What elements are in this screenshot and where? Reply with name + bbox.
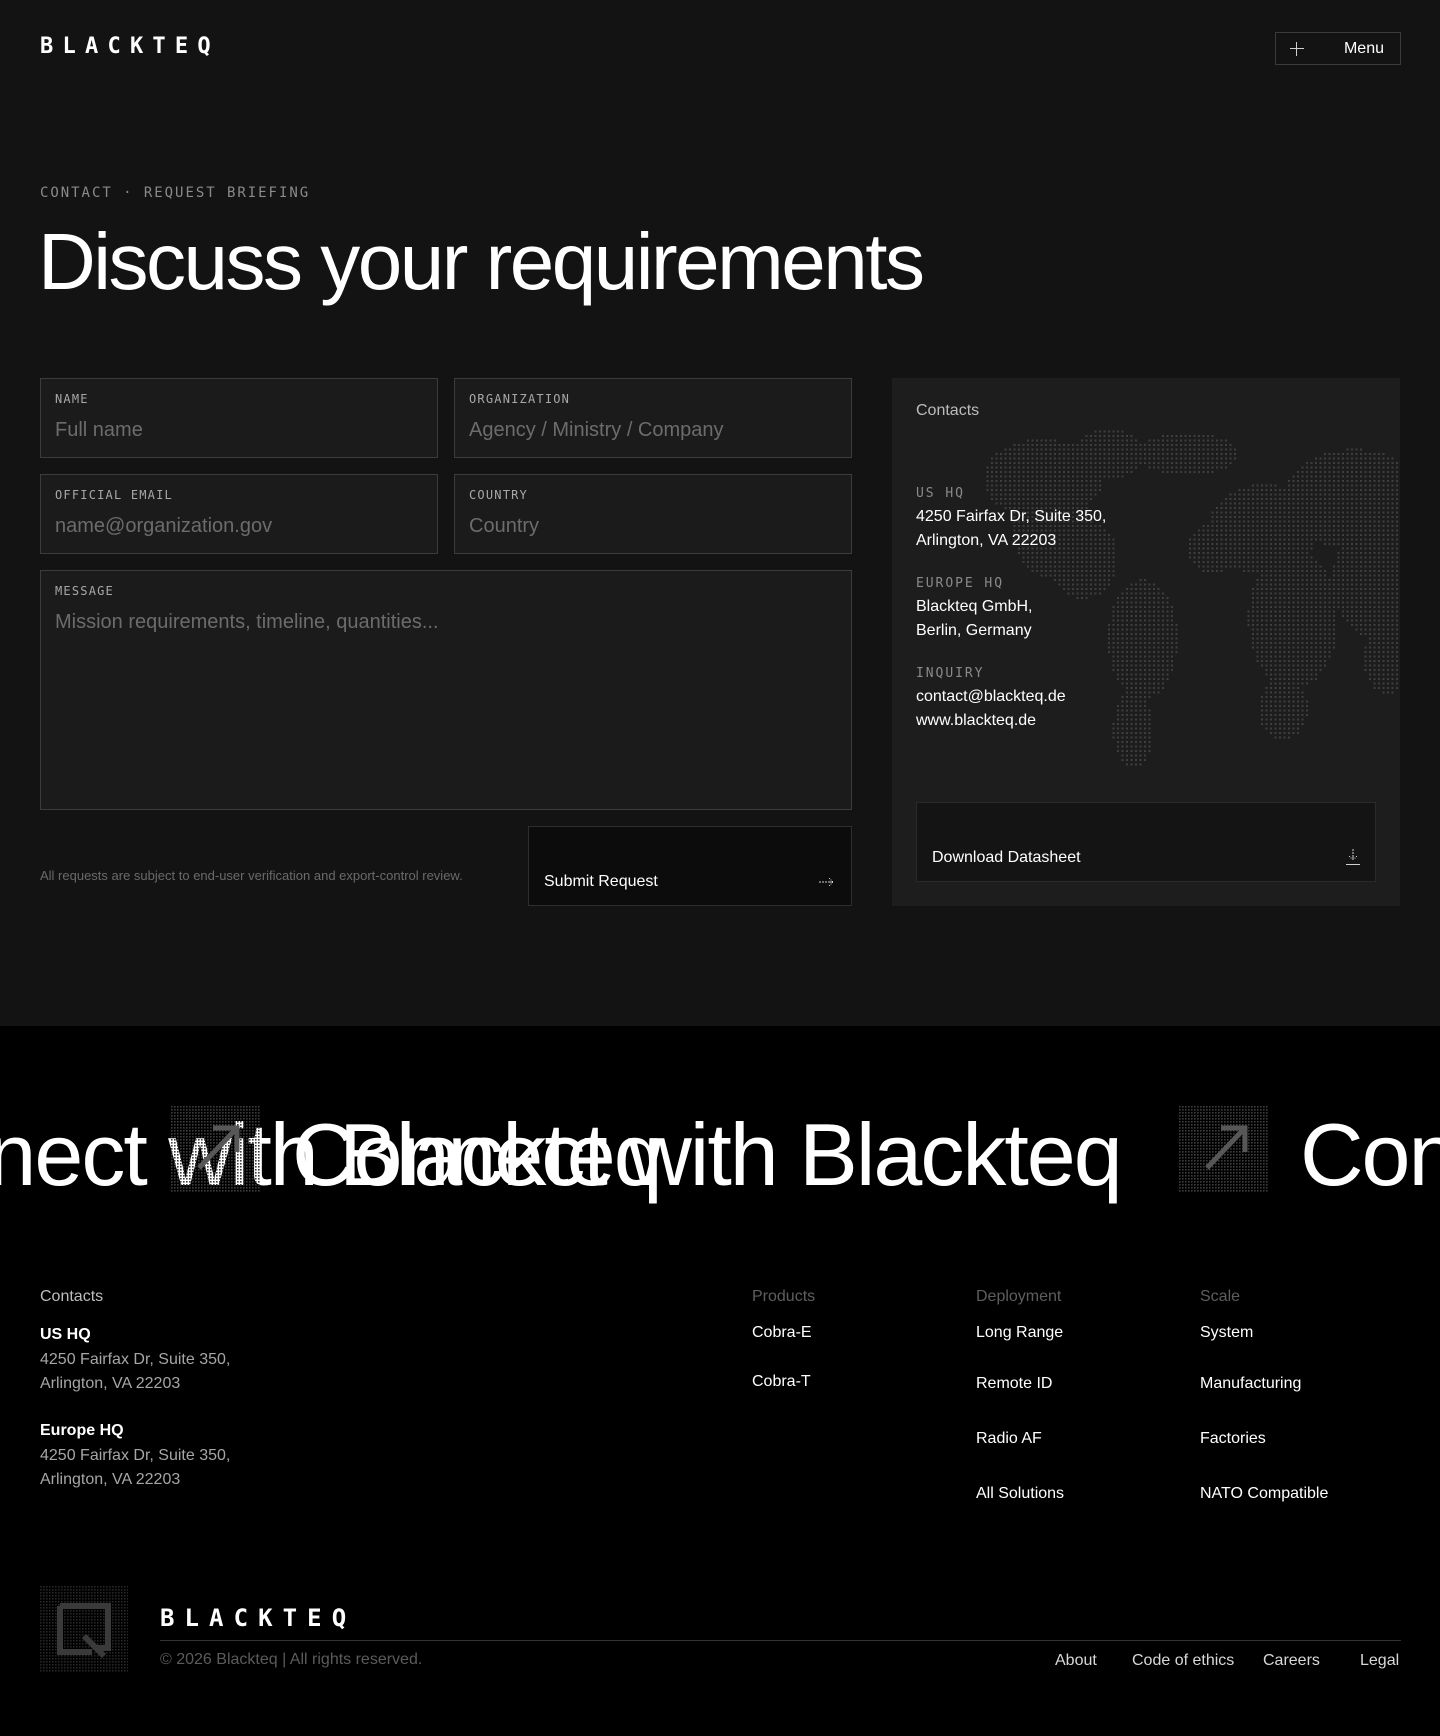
eyebrow: CONTACT · REQUEST BRIEFING [40, 185, 311, 201]
country-field: COUNTRY [454, 474, 852, 554]
copyright-text: © 2026 Blackteq | All rights reserved. [160, 1651, 423, 1668]
footer-link-long-range[interactable]: Long Range [976, 1324, 1063, 1342]
contacts-panel-title: Contacts [916, 402, 980, 419]
footer-link-radio-af[interactable]: Radio AF [976, 1430, 1042, 1448]
inquiry-label: INQUIRY [916, 666, 985, 681]
footer-link-factories[interactable]: Factories [1200, 1430, 1266, 1448]
footer-us-hq: US HQ 4250 Fairfax Dr, Suite 350, Arling… [40, 1326, 230, 1396]
us-hq-line2: Arlington, VA 22203 [916, 532, 1057, 549]
inquiry-web-link[interactable]: www.blackteq.de [916, 709, 1066, 733]
footer-link-system[interactable]: System [1200, 1324, 1253, 1342]
footer-link-cobra-t[interactable]: Cobra-T [752, 1373, 811, 1391]
connect-marquee: Connect with Blackteq Connect with Black… [0, 1100, 1440, 1210]
footer-link-nato-compatible[interactable]: NATO Compatible [1200, 1485, 1328, 1503]
arrow-tile-icon [1179, 1106, 1269, 1192]
us-hq-label: US HQ [916, 486, 965, 501]
message-input[interactable] [55, 611, 837, 791]
email-field: OFFICIAL EMAIL [40, 474, 438, 554]
message-field: MESSAGE [40, 570, 852, 810]
submit-request-button[interactable]: Submit Request [528, 826, 852, 906]
footer-contacts-title: Contacts [40, 1288, 104, 1305]
menu-button[interactable]: Menu [1275, 32, 1401, 65]
marquee-text: Connect with Blackteq [292, 1105, 1123, 1204]
arrow-right-icon [819, 878, 833, 886]
footer-scale-column: Scale System Manufacturing Factories NAT… [1200, 1288, 1328, 1502]
logo-tile-icon [40, 1586, 128, 1672]
footer-europe-hq-line1: 4250 Fairfax Dr, Suite 350, [40, 1447, 231, 1464]
marquee-text: Connect with Blackteq [1300, 1105, 1440, 1204]
world-map-dots [986, 430, 1398, 766]
page-title: Discuss your requirements [38, 217, 925, 306]
footer-products-column: Products Cobra-E Cobra-T [752, 1288, 816, 1390]
europe-hq-line1: Blackteq GmbH, [916, 598, 1033, 615]
plus-icon [1290, 41, 1304, 56]
footer-us-hq-line1: 4250 Fairfax Dr, Suite 350, [40, 1351, 231, 1368]
organization-field: ORGANIZATION [454, 378, 852, 458]
country-input[interactable] [469, 515, 837, 538]
footer-link-about[interactable]: About [1055, 1652, 1097, 1670]
footer-link-cobra-e[interactable]: Cobra-E [752, 1324, 812, 1342]
export-disclaimer: All requests are subject to end-user ver… [40, 868, 463, 883]
footer-link-code-of-ethics[interactable]: Code of ethics [1132, 1652, 1234, 1670]
contacts-panel: Contacts US HQ 4250 Fairfax Dr, Suite 35… [892, 378, 1400, 906]
name-input[interactable] [55, 419, 423, 442]
download-datasheet-button[interactable]: Download Datasheet [916, 802, 1376, 882]
footer-us-hq-title: US HQ [40, 1326, 91, 1343]
submit-label: Submit Request [544, 873, 658, 890]
footer-link-careers[interactable]: Careers [1263, 1652, 1320, 1670]
footer-deployment-column: Deployment Long Range Remote ID Radio AF… [976, 1288, 1064, 1502]
europe-hq-label: EUROPE HQ [916, 576, 1004, 591]
footer-link-legal[interactable]: Legal [1360, 1652, 1399, 1670]
brand-logo[interactable]: BLACKTEQ [40, 34, 220, 59]
footer-europe-hq-line2: Arlington, VA 22203 [40, 1471, 181, 1488]
name-field: NAME [40, 378, 438, 458]
message-label: MESSAGE [55, 584, 114, 598]
us-hq-block: US HQ 4250 Fairfax Dr, Suite 350, Arling… [916, 486, 1106, 553]
footer-europe-hq: Europe HQ 4250 Fairfax Dr, Suite 350, Ar… [40, 1422, 230, 1492]
footer-link-all-solutions[interactable]: All Solutions [976, 1485, 1064, 1503]
footer-products-heading: Products [752, 1288, 816, 1305]
contact-section: BLACKTEQ Menu CONTACT · REQUEST BRIEFING… [0, 0, 1440, 1026]
us-hq-line1: 4250 Fairfax Dr, Suite 350, [916, 508, 1107, 525]
footer-divider [160, 1640, 1401, 1641]
download-label: Download Datasheet [932, 849, 1081, 866]
email-label: OFFICIAL EMAIL [55, 488, 173, 502]
organization-label: ORGANIZATION [469, 392, 571, 406]
footer-scale-heading: Scale [1200, 1288, 1241, 1305]
europe-hq-block: EUROPE HQ Blackteq GmbH, Berlin, Germany [916, 576, 1032, 643]
footer-link-manufacturing[interactable]: Manufacturing [1200, 1375, 1301, 1393]
menu-label: Menu [1343, 39, 1384, 57]
inquiry-email-link[interactable]: contact@blackteq.de [916, 685, 1066, 709]
footer-us-hq-line2: Arlington, VA 22203 [40, 1375, 181, 1392]
name-label: NAME [55, 392, 89, 406]
footer-europe-hq-title: Europe HQ [40, 1422, 124, 1439]
email-input[interactable] [55, 515, 423, 538]
inquiry-block: INQUIRY contact@blackteq.de www.blackteq… [916, 666, 1066, 733]
europe-hq-line2: Berlin, Germany [916, 622, 1032, 639]
footer-deployment-heading: Deployment [976, 1288, 1062, 1305]
organization-input[interactable] [469, 419, 837, 442]
country-label: COUNTRY [469, 488, 528, 502]
footer-brand-logo[interactable]: BLACKTEQ [160, 1604, 356, 1632]
download-icon [1346, 849, 1360, 865]
arrow-tile-icon [171, 1106, 261, 1192]
footer-link-remote-id[interactable]: Remote ID [976, 1375, 1052, 1393]
